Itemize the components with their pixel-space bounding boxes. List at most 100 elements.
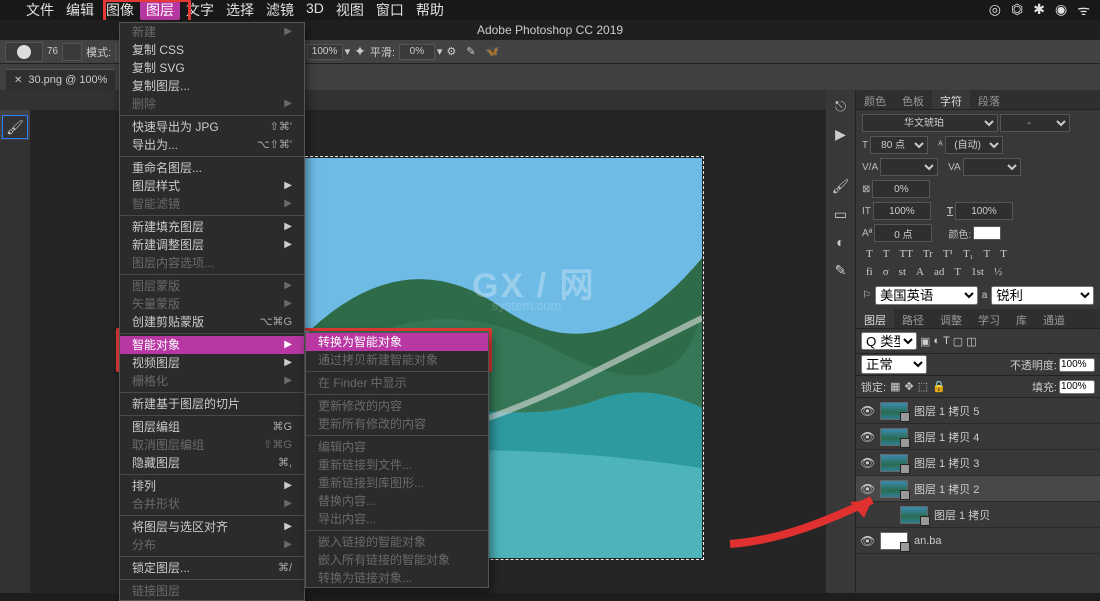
menu-item-复制 CSS[interactable]: 复制 CSS [120, 41, 304, 59]
tab-通道[interactable]: 通道 [1035, 309, 1073, 328]
lock-all-icon[interactable]: 🔒 [932, 380, 946, 393]
menu-item-锁定图层...[interactable]: 锁定图层...⌘/ [120, 559, 304, 577]
mac-status-icon[interactable]: ⏣ [1011, 1, 1023, 20]
kerning-select[interactable] [880, 158, 938, 176]
layers-opacity-field[interactable] [1059, 358, 1095, 372]
tab-字符[interactable]: 字符 [932, 90, 970, 109]
font-size-select[interactable]: 80 点 [870, 136, 928, 154]
text-style-T[interactable]: T [879, 246, 894, 262]
filter-img-icon[interactable]: ▣ [920, 335, 930, 348]
smoothing-options-icon[interactable]: ⚙ [446, 45, 456, 58]
text-style-Tr[interactable]: Tr [919, 246, 937, 262]
filter-smart-icon[interactable]: ◫ [966, 335, 976, 348]
text-style-A[interactable]: A [912, 264, 928, 280]
mac-menu-图层[interactable]: 图层 [140, 0, 180, 20]
menu-item-快速导出为 JPG[interactable]: 快速导出为 JPG⇧⌘' [120, 118, 304, 136]
close-icon[interactable]: ✕ [14, 75, 22, 86]
menu-item-新建填充图层[interactable]: 新建填充图层▶ [120, 218, 304, 236]
text-style-T₁[interactable]: T₁ [959, 246, 978, 262]
menu-item-新建调整图层[interactable]: 新建调整图层▶ [120, 236, 304, 254]
text-style-T[interactable]: T [980, 246, 995, 262]
menu-item-重命名图层...[interactable]: 重命名图层... [120, 159, 304, 177]
brush-preset-picker[interactable] [62, 43, 82, 61]
menu-item-隐藏图层[interactable]: 隐藏图层⌘, [120, 454, 304, 472]
text-style-buttons-row2[interactable]: fiσstAadT1st½ [862, 264, 1094, 280]
smart-object-submenu[interactable]: 转换为智能对象通过拷贝新建智能对象在 Finder 中显示更新修改的内容更新所有… [305, 332, 489, 588]
brushes-panel-icon[interactable]: 🖌︎ [829, 174, 853, 198]
tab-调整[interactable]: 调整 [932, 309, 970, 328]
menu-item-排列[interactable]: 排列▶ [120, 477, 304, 495]
lock-artboard-icon[interactable]: ⬚ [918, 380, 928, 393]
lock-pixels-icon[interactable]: ▦ [890, 380, 900, 393]
text-style-fi[interactable]: fi [862, 264, 877, 280]
layer-row[interactable]: 👁图层 1 拷贝 2 [856, 476, 1100, 502]
text-style-1st[interactable]: 1st [967, 264, 988, 280]
symmetry-icon[interactable]: 🦋 [486, 45, 500, 58]
mac-status-icon[interactable]: ◎ [989, 1, 1001, 20]
mac-menu-帮助[interactable]: 帮助 [410, 0, 450, 20]
text-style-T[interactable]: T [950, 264, 965, 280]
vertical-scale-field[interactable] [872, 180, 930, 198]
visibility-toggle-icon[interactable]: 👁 [860, 430, 874, 444]
mac-menu-文件[interactable]: 文件 [20, 0, 60, 20]
text-style-T[interactable]: T [996, 246, 1011, 262]
layer-row[interactable]: 图层 1 拷贝 [856, 502, 1100, 528]
visibility-toggle-icon[interactable]: 👁 [860, 482, 874, 496]
filter-text-icon[interactable]: T [943, 335, 950, 347]
layer-row[interactable]: 👁图层 1 拷贝 4 [856, 424, 1100, 450]
menu-item-新建基于图层的切片[interactable]: 新建基于图层的切片 [120, 395, 304, 413]
tab-库[interactable]: 库 [1008, 309, 1035, 328]
layers-panel-tabs[interactable]: 图层路径调整学习库通道 [856, 309, 1100, 329]
filter-adj-icon[interactable]: ◐ [933, 335, 940, 347]
menu-item-复制 SVG[interactable]: 复制 SVG [120, 59, 304, 77]
mac-status-icon[interactable]: ✱ [1033, 1, 1045, 20]
tab-色板[interactable]: 色板 [894, 90, 932, 109]
history-panel-icon[interactable]: ⎋ [829, 94, 853, 118]
menu-item-图层编组[interactable]: 图层编组⌘G [120, 418, 304, 436]
language-select[interactable]: 美国英语 [875, 286, 978, 305]
layer-menu-dropdown[interactable]: 新建▶复制 CSS复制 SVG复制图层...删除▶快速导出为 JPG⇧⌘'导出为… [119, 22, 305, 601]
text-style-ad[interactable]: ad [930, 264, 948, 280]
tab-学习[interactable]: 学习 [970, 309, 1008, 328]
layer-row[interactable]: 👁an.ba [856, 528, 1100, 554]
mac-menu-图像[interactable]: 图像 [100, 0, 140, 20]
navigator-panel-icon[interactable]: ▶︎ [829, 122, 853, 146]
app-menu-list[interactable]: 文件编辑图像图层文字选择滤镜3D视图窗口帮助 [20, 0, 450, 20]
menu-item-将图层与选区对齐[interactable]: 将图层与选区对齐▶ [120, 518, 304, 536]
blend-mode-select-layers[interactable]: 正常 [861, 355, 927, 374]
horiz-scale-field[interactable] [873, 202, 931, 220]
leading-select[interactable]: (自动) [945, 136, 1003, 154]
document-tab[interactable]: ✕ 30.png @ 100% [6, 69, 115, 90]
adjustments-panel-icon[interactable]: ◐ [829, 230, 853, 254]
text-style-buttons-row1[interactable]: TTTTTrT¹T₁TT [862, 246, 1094, 262]
visibility-toggle-icon[interactable]: 👁 [860, 456, 874, 470]
menu-item-复制图层...[interactable]: 复制图层... [120, 77, 304, 95]
text-style-T[interactable]: T [862, 246, 877, 262]
text-style-½[interactable]: ½ [990, 264, 1006, 280]
tab-颜色[interactable]: 颜色 [856, 90, 894, 109]
text-style-st[interactable]: st [895, 264, 910, 280]
mac-menu-3D[interactable]: 3D [300, 0, 330, 20]
text-style-σ[interactable]: σ [879, 264, 893, 280]
visibility-toggle-icon[interactable]: 👁 [860, 404, 874, 418]
tab-图层[interactable]: 图层 [856, 309, 894, 328]
menu-item-创建剪贴蒙版[interactable]: 创建剪贴蒙版⌥⌘G [120, 313, 304, 331]
current-tool-swatch[interactable] [5, 42, 43, 62]
font-family-select[interactable]: 华文琥珀 [862, 114, 998, 132]
mac-menu-编辑[interactable]: 编辑 [60, 0, 100, 20]
pressure-size-icon[interactable]: ✎ [466, 45, 475, 58]
antialias-select[interactable]: 锐利 [991, 286, 1094, 305]
layers-fill-field[interactable] [1059, 380, 1095, 394]
mac-menu-文字[interactable]: 文字 [180, 0, 220, 20]
libraries-panel-icon[interactable]: ✎ [829, 258, 853, 282]
layer-filter-kind[interactable]: Q 类型 [861, 332, 917, 350]
text-color-swatch[interactable] [973, 226, 1001, 240]
flow-field[interactable]: ▾ [307, 44, 351, 60]
baseline-field[interactable] [874, 224, 932, 242]
smoothing-field[interactable]: ▾ [399, 44, 443, 60]
tracking-select[interactable] [963, 158, 1021, 176]
text-style-T¹[interactable]: T¹ [939, 246, 957, 262]
mac-menu-视图[interactable]: 视图 [330, 0, 370, 20]
mac-menu-选择[interactable]: 选择 [220, 0, 260, 20]
text-style-TT[interactable]: TT [895, 246, 916, 262]
